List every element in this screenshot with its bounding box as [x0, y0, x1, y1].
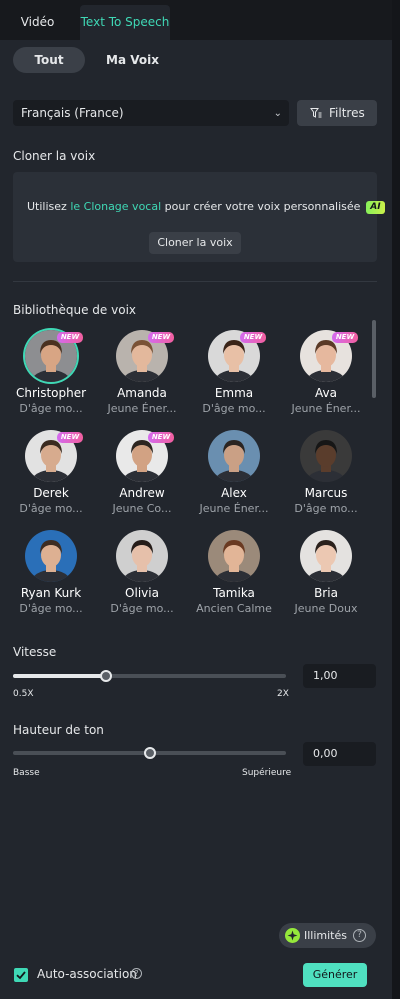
voice-avatar[interactable]	[208, 530, 260, 582]
voice-library-title: Bibliothèque de voix	[13, 303, 136, 317]
voice-description: D'âge mo...	[19, 602, 83, 615]
chevron-down-icon: ⌄	[273, 108, 282, 119]
tab-video[interactable]: Vidéo	[8, 5, 67, 40]
voice-description: Ancien Calme	[196, 602, 272, 615]
pitch-slider[interactable]	[13, 747, 286, 759]
clone-voice-card: Utilisez le Clonage vocal pour créer vot…	[13, 172, 385, 262]
voice-name: Tamika	[213, 586, 255, 600]
speed-value-input[interactable]: 1,00	[303, 664, 376, 688]
checkmark-icon	[16, 971, 26, 980]
voice-name: Andrew	[119, 486, 165, 500]
voice-description: Jeune Éner...	[107, 402, 177, 415]
filters-button-label: Filtres	[329, 106, 365, 120]
voice-card[interactable]: Olivia D'âge mo...	[100, 530, 184, 620]
voice-description: D'âge mo...	[19, 502, 83, 515]
auto-match-label: Auto-association	[37, 967, 137, 981]
voice-cloning-link[interactable]: le Clonage vocal	[70, 200, 161, 213]
filter-all-pill[interactable]: Tout	[13, 47, 85, 73]
voice-name: Ava	[315, 386, 337, 400]
unlimited-badge[interactable]: Illimités ?	[279, 923, 376, 948]
voice-card[interactable]: NEW Amanda Jeune Éner...	[100, 330, 184, 420]
voice-avatar[interactable]	[25, 530, 77, 582]
voice-description: D'âge mo...	[19, 402, 83, 415]
voice-card[interactable]: Marcus D'âge mo...	[284, 430, 368, 520]
voice-card[interactable]: Bria Jeune Doux	[284, 530, 368, 620]
auto-match-checkbox[interactable]	[14, 968, 28, 982]
voice-name: Marcus	[304, 486, 348, 500]
generate-button[interactable]: Générer	[303, 963, 367, 987]
speed-min-label: 0.5X	[13, 689, 34, 699]
voice-name: Derek	[33, 486, 69, 500]
filters-button[interactable]: Filtres	[297, 100, 377, 126]
voice-name: Amanda	[117, 386, 167, 400]
new-badge: NEW	[148, 432, 174, 443]
voice-description: D'âge mo...	[202, 402, 266, 415]
voice-avatar[interactable]	[208, 430, 260, 482]
speed-max-label: 2X	[277, 689, 289, 699]
voice-card[interactable]: NEW Emma D'âge mo...	[192, 330, 276, 420]
speed-slider-thumb[interactable]	[99, 670, 112, 682]
voice-name: Bria	[314, 586, 338, 600]
pitch-min-label: Basse	[13, 768, 40, 778]
voice-description: D'âge mo...	[294, 502, 358, 515]
voice-name: Olivia	[125, 586, 159, 600]
new-badge: NEW	[148, 332, 174, 343]
tab-bar: Vidéo Text To Speech	[0, 0, 392, 40]
pitch-slider-thumb[interactable]	[143, 747, 156, 759]
voice-description: Jeune Doux	[294, 602, 358, 615]
voice-card[interactable]: NEW Andrew Jeune Co...	[100, 430, 184, 520]
voice-name: Alex	[221, 486, 247, 500]
pitch-title: Hauteur de ton	[13, 723, 104, 737]
new-badge: NEW	[57, 332, 83, 343]
voice-name: Ryan Kurk	[20, 586, 82, 600]
voice-card[interactable]: Tamika Ancien Calme	[192, 530, 276, 620]
filter-my-voice-pill[interactable]: Ma Voix	[96, 47, 169, 73]
voice-avatar[interactable]	[300, 530, 352, 582]
clone-text-after: pour créer votre voix personnalisée	[161, 200, 361, 213]
voice-list-scrollbar[interactable]	[372, 320, 376, 398]
sparkle-icon	[285, 928, 300, 943]
help-icon[interactable]: ?	[353, 929, 366, 942]
ai-badge: AI	[365, 201, 385, 214]
new-badge: NEW	[332, 332, 358, 343]
voice-name: Emma	[214, 386, 254, 400]
new-badge: NEW	[57, 432, 83, 443]
tab-text-to-speech[interactable]: Text To Speech	[80, 5, 170, 40]
voice-description: Jeune Co...	[112, 502, 172, 515]
tts-panel: Vidéo Text To Speech Tout Ma Voix França…	[0, 0, 392, 999]
clone-text-before: Utilisez	[27, 200, 71, 213]
clone-voice-button[interactable]: Cloner la voix	[149, 232, 241, 254]
voice-avatar[interactable]	[300, 430, 352, 482]
clone-section-title: Cloner la voix	[13, 149, 96, 163]
pitch-max-label: Supérieure	[242, 768, 292, 778]
voice-card[interactable]: Alex Jeune Éner...	[192, 430, 276, 520]
voice-avatar[interactable]	[116, 530, 168, 582]
clone-description: Utilisez le Clonage vocal pour créer vot…	[27, 200, 385, 214]
voice-card[interactable]: Ryan Kurk D'âge mo...	[9, 530, 93, 620]
speed-slider[interactable]	[13, 670, 286, 682]
window-edge	[392, 0, 400, 999]
voice-description: Jeune Éner...	[199, 502, 269, 515]
unlimited-label: Illimités	[304, 929, 347, 942]
language-select[interactable]: Français (France) ⌄	[13, 100, 289, 126]
voice-card[interactable]: NEW Derek D'âge mo...	[9, 430, 93, 520]
voice-card[interactable]: NEW Christopher D'âge mo...	[9, 330, 93, 420]
voice-description: D'âge mo...	[110, 602, 174, 615]
language-select-value: Français (France)	[21, 106, 124, 120]
new-badge: NEW	[240, 332, 266, 343]
voice-name: Christopher	[15, 386, 87, 400]
voice-description: Jeune Éner...	[291, 402, 361, 415]
voice-card[interactable]: NEW Ava Jeune Éner...	[284, 330, 368, 420]
pitch-value-input[interactable]: 0,00	[303, 742, 376, 766]
filter-icon	[310, 108, 322, 118]
auto-match-help-icon[interactable]: ?	[131, 968, 142, 979]
speed-title: Vitesse	[13, 645, 57, 659]
section-divider	[13, 281, 377, 282]
speed-slider-fill	[13, 674, 106, 678]
